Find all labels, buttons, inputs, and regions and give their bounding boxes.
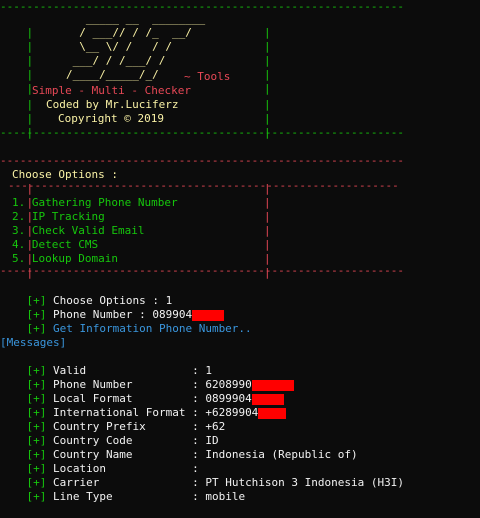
result-row-line-type: [+] Line Type : mobile: [0, 476, 246, 503]
result-row-carrier: [+] Carrier : PT Hutchison 3 Indonesia (…: [0, 462, 405, 489]
menu-side-right: |: [264, 224, 271, 237]
tools-label: ~ Tools: [184, 70, 231, 83]
ascii-logo-line-3: \__ \/ / / /: [66, 40, 172, 53]
redaction-block: [258, 407, 287, 419]
menu-top-rule: ----------------------------------------…: [0, 154, 404, 167]
banner-row: | |: [0, 98, 271, 125]
result-row-country-prefix: [+] Country Prefix : +62: [0, 406, 226, 433]
banner-side-right: |: [264, 82, 271, 95]
banner-row: | |: [0, 54, 271, 81]
result-row-country-name: [+] Country Name : Indonesia (Republic o…: [0, 434, 358, 461]
menu-option-ip-tracking[interactable]: 2. IP Tracking: [12, 210, 105, 224]
banner-side-right: |: [264, 26, 271, 39]
status-message: Get Information Phone Number..: [53, 322, 252, 335]
banner-row: | |: [0, 26, 271, 53]
menu-bottom-rule: ----------------------------------------…: [0, 264, 404, 277]
prompt-phone-line: [+] Phone Number : 089904: [0, 294, 225, 321]
menu-option-check-email[interactable]: 3. Check Valid Email: [12, 224, 144, 238]
banner-side-right: |: [264, 112, 271, 125]
result-row-international-format: [+] International Format : +6289904: [0, 392, 287, 419]
ascii-logo-line-2: / ___// / /_ __/: [66, 26, 192, 39]
menu-side-right: |: [264, 210, 271, 223]
result-label: Line Type :: [53, 490, 206, 503]
menu-inner-rule-row: | ---------------------------------------…: [0, 179, 399, 209]
menu-side-right: |: [264, 196, 271, 209]
messages-header: [Messages]: [0, 336, 67, 349]
menu-side-right: |: [264, 238, 271, 251]
banner-row: | |: [0, 40, 271, 67]
plus-marker: [+]: [26, 490, 47, 503]
banner-row: | |: [0, 12, 271, 39]
banner-side-right: |: [264, 98, 271, 111]
result-row-local-format: [+] Local Format : 0899904: [0, 378, 284, 405]
menu-option-detect-cms[interactable]: 4. Detect CMS: [12, 238, 98, 252]
result-row-country-code: [+] Country Code : ID: [0, 420, 219, 447]
result-row-location: [+] Location :: [0, 448, 205, 475]
terminal-window[interactable]: ----------------------------------------…: [0, 0, 480, 511]
author-text: Coded by Mr.Luciferz: [46, 98, 179, 111]
banner-row: | |: [0, 68, 271, 95]
menu-option-gathering-phone[interactable]: 1. Gathering Phone Number: [12, 196, 178, 210]
menu-inner-rule: ----------------------------------------…: [8, 179, 399, 192]
result-value: Indonesia (Republic of): [205, 448, 358, 461]
banner-bottom-rule: ----------------------------------------…: [0, 126, 404, 139]
ascii-logo-line-1: _____ __ ________: [66, 12, 206, 25]
prompt-status-line: [+] Get Information Phone Number..: [0, 308, 252, 335]
result-row-phone-number: [+] Phone Number : 6208990: [0, 364, 294, 391]
ascii-logo-line-4: ___/ / /___/ /: [66, 54, 166, 67]
copyright-text: Copyright © 2019: [58, 112, 164, 125]
banner-row: | |: [0, 84, 271, 111]
banner-side-right: |: [264, 54, 271, 67]
banner-side-right: |: [264, 40, 271, 53]
ascii-logo-line-5: /____/_____/_/: [66, 68, 159, 81]
result-row-valid: [+] Valid : 1: [0, 350, 212, 377]
banner-row: | |: [0, 112, 271, 139]
banner-side-right: |: [264, 68, 271, 81]
result-value: mobile: [205, 490, 246, 503]
prompt-choose-line: [+] Choose Options : 1: [0, 280, 173, 307]
subtitle-text: Simple - Multi - Checker: [32, 84, 191, 97]
plus-marker: [+]: [26, 322, 47, 335]
